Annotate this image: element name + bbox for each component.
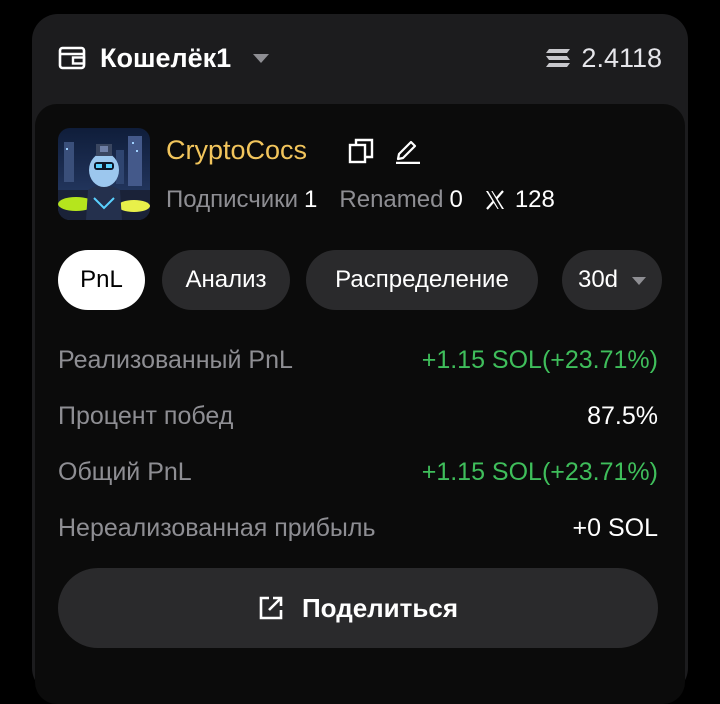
wallet-selector[interactable]: Кошелёк1 xyxy=(100,40,231,76)
period-select-value: 30d xyxy=(577,266,619,293)
profile-name: CryptoCocs xyxy=(166,135,308,165)
profile-stats: Подписчики 1 Renamed 0 128 xyxy=(166,184,555,216)
edit-pencil-icon[interactable] xyxy=(395,136,421,164)
sol-balance: 2.4118 xyxy=(545,40,662,76)
chevron-down-icon xyxy=(632,277,647,285)
metric-row-unrealized-profit: Нереализованная прибыль +0 SOL xyxy=(58,500,658,556)
chevron-down-icon[interactable] xyxy=(253,54,269,63)
metric-label: Процент побед xyxy=(58,401,234,430)
metric-value: +1.15 SOL(+23.71%) xyxy=(421,457,658,486)
avatar-image xyxy=(58,128,150,220)
metrics-list: Реализованный PnL +1.15 SOL(+23.71%) Про… xyxy=(58,332,658,556)
metric-row-win-rate: Процент побед 87.5% xyxy=(58,388,658,444)
metric-label: Реализованный PnL xyxy=(58,345,293,374)
solana-icon xyxy=(546,49,571,67)
metric-label: Общий PnL xyxy=(58,457,192,486)
followers-value: 1 xyxy=(304,186,318,213)
metric-row-total-pnl: Общий PnL +1.15 SOL(+23.71%) xyxy=(58,444,658,500)
renamed-label: Renamed xyxy=(339,186,444,213)
metric-value: +1.15 SOL(+23.71%) xyxy=(421,345,658,374)
metric-value: 87.5% xyxy=(587,401,658,430)
tab-analysis[interactable]: Анализ xyxy=(162,250,290,310)
x-followers-value: 128 xyxy=(514,186,555,213)
period-select[interactable]: 30d xyxy=(562,250,662,310)
metric-value: +0 SOL xyxy=(572,513,658,542)
wallet-icon xyxy=(58,46,86,70)
metric-label: Нереализованная прибыль xyxy=(58,513,376,542)
share-button[interactable]: Поделиться xyxy=(58,568,658,648)
copy-icon[interactable] xyxy=(348,138,374,164)
wallet-header: Кошелёк1 2.4118 xyxy=(32,14,688,104)
metric-row-realized-pnl: Реализованный PnL +1.15 SOL(+23.71%) xyxy=(58,332,658,388)
wallet-panel: Кошелёк1 2.4118 CryptoCocs Подписчики 1 … xyxy=(32,14,688,704)
sol-balance-value: 2.4118 xyxy=(581,42,662,73)
x-logo-icon[interactable] xyxy=(485,190,505,210)
tab-distribution[interactable]: Распределение xyxy=(306,250,538,310)
share-button-label: Поделиться xyxy=(301,592,459,623)
share-external-icon xyxy=(259,596,283,620)
wallet-card: CryptoCocs Подписчики 1 Renamed 0 128 Pn… xyxy=(35,104,685,704)
renamed-value: 0 xyxy=(449,186,463,213)
tab-pnl[interactable]: PnL xyxy=(58,250,145,310)
avatar[interactable] xyxy=(58,128,150,220)
followers-label: Подписчики xyxy=(166,186,299,213)
